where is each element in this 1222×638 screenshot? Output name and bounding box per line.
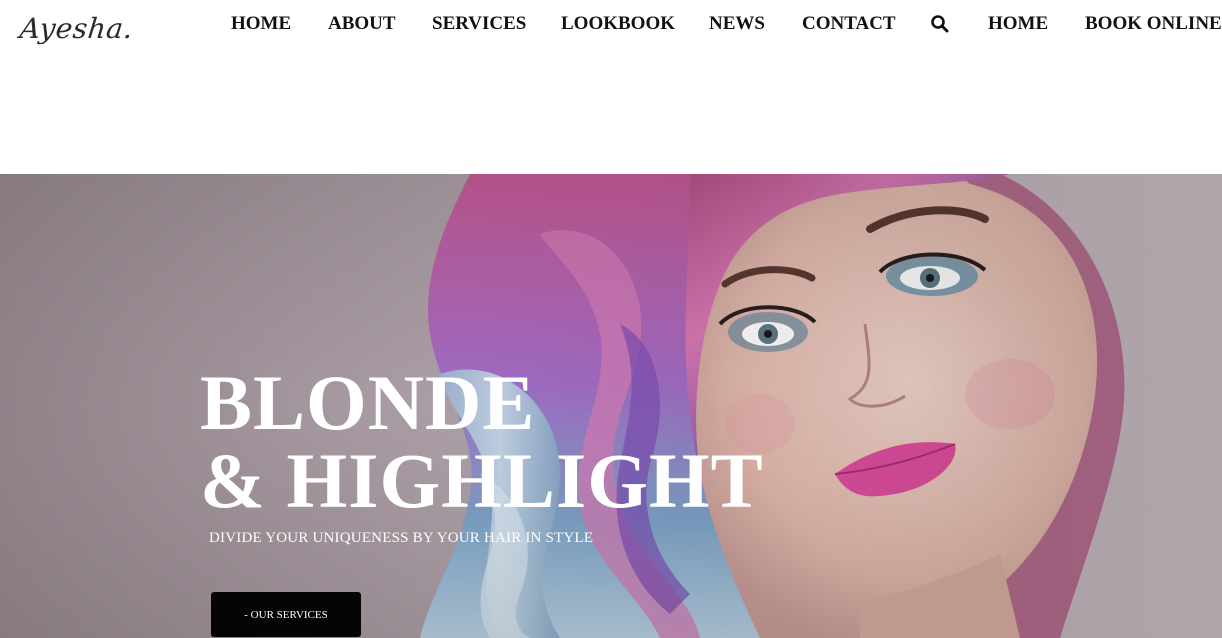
nav-item-home-secondary[interactable]: HOME — [988, 12, 1048, 36]
nav-item-contact[interactable]: CONTACT — [802, 12, 896, 36]
hero-title: BLONDE & HIGHLIGHT — [200, 364, 764, 520]
nav-item-lookbook[interactable]: LOOKBOOK — [561, 12, 675, 36]
our-services-button[interactable]: - OUR SERVICES — [211, 592, 361, 637]
hero-title-line-2: & HIGHLIGHT — [200, 437, 764, 525]
hero-title-line-1: BLONDE — [200, 359, 536, 447]
nav-item-about[interactable]: ABOUT — [328, 12, 396, 36]
site-logo[interactable]: Ayesha. — [18, 12, 134, 45]
hero-subtitle: DIVIDE YOUR UNIQUENESS BY YOUR HAIR IN S… — [209, 530, 594, 546]
nav-item-news[interactable]: NEWS — [709, 12, 765, 36]
search-icon — [931, 15, 949, 33]
nav-item-services[interactable]: SERVICES — [432, 12, 526, 36]
nav-item-book-online[interactable]: BOOK ONLINE — [1085, 12, 1222, 36]
search-button[interactable] — [930, 14, 950, 34]
nav-item-home[interactable]: HOME — [231, 12, 291, 36]
hero-banner: BLONDE & HIGHLIGHT DIVIDE YOUR UNIQUENES… — [0, 174, 1222, 638]
site-header: Ayesha. HOME ABOUT SERVICES LOOKBOOK NEW… — [0, 0, 1222, 174]
